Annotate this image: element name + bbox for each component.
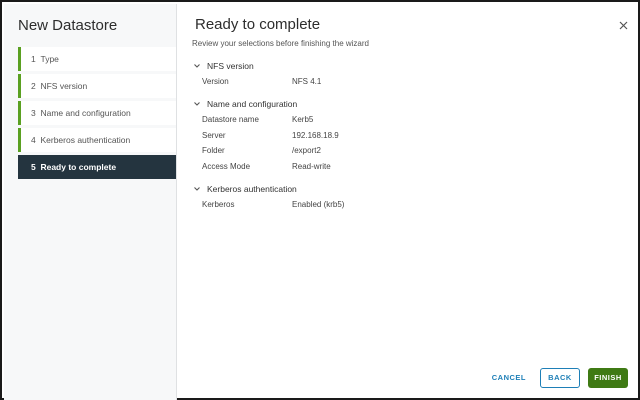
detail-row: Folder /export2 [192,143,612,159]
section-header[interactable]: NFS version [192,59,612,73]
section-name-and-configuration: Name and configuration Datastore name Ke… [192,97,612,174]
back-button[interactable]: BACK [540,368,580,388]
detail-key: Version [202,77,229,87]
section-header[interactable]: Kerberos authentication [192,182,612,196]
cancel-button[interactable]: CANCEL [484,368,534,388]
step-name-and-configuration[interactable]: 3 Name and configuration [18,101,176,125]
wizard-steps: 1 Type 2 NFS version 3 Name and configur… [18,47,176,182]
page-title: Ready to complete [195,16,321,33]
step-type[interactable]: 1 Type [18,47,176,71]
detail-row: Server 192.168.18.9 [192,128,612,144]
detail-key: Server [202,130,226,140]
section-title: Name and configuration [207,99,298,109]
detail-value: 192.168.18.9 [292,130,339,140]
section-title: NFS version [207,61,254,71]
detail-row: Access Mode Read-write [192,159,612,175]
detail-key: Kerberos [202,200,235,210]
step-number: 4 [31,135,36,145]
chevron-down-icon [192,99,202,109]
detail-row: Version NFS 4.1 [192,74,612,90]
detail-value: NFS 4.1 [292,77,322,87]
step-kerberos-authentication[interactable]: 4 Kerberos authentication [18,128,176,152]
step-number: 2 [31,81,36,91]
wizard-footer: CANCEL BACK FINISH [484,368,628,388]
wizard-sidebar: New Datastore 1 Type 2 NFS version 3 Nam… [4,4,177,400]
wizard-dialog: New Datastore 1 Type 2 NFS version 3 Nam… [0,0,640,400]
step-number: 5 [31,162,36,172]
detail-row: Kerberos Enabled (krb5) [192,197,612,213]
detail-key: Access Mode [202,161,251,171]
detail-value: /export2 [292,146,321,156]
detail-key: Folder [202,146,225,156]
section-kerberos-authentication: Kerberos authentication Kerberos Enabled… [192,182,612,213]
close-button[interactable] [616,18,630,32]
detail-value: Kerb5 [292,115,314,125]
step-label: Ready to complete [40,162,117,172]
page-subtitle: Review your selections before finishing … [192,39,369,48]
chevron-down-icon [192,61,202,71]
step-label: Kerberos authentication [40,135,131,145]
chevron-down-icon [192,184,202,194]
detail-row: Datastore name Kerb5 [192,112,612,128]
wizard-title: New Datastore [18,17,118,34]
step-label: Name and configuration [40,108,131,118]
step-nfs-version[interactable]: 2 NFS version [18,74,176,98]
detail-key: Datastore name [202,115,259,125]
step-number: 1 [31,54,36,64]
step-ready-to-complete[interactable]: 5 Ready to complete [18,155,176,179]
detail-value: Read-write [292,161,331,171]
wizard-content: Ready to complete Review your selections… [178,4,640,400]
finish-button[interactable]: FINISH [588,368,628,388]
close-icon [619,21,627,29]
section-nfs-version: NFS version Version NFS 4.1 [192,59,612,90]
step-number: 3 [31,108,36,118]
section-title: Kerberos authentication [207,184,297,194]
step-label: NFS version [40,81,88,91]
detail-value: Enabled (krb5) [292,200,345,210]
step-label: Type [40,54,59,64]
section-header[interactable]: Name and configuration [192,97,612,111]
